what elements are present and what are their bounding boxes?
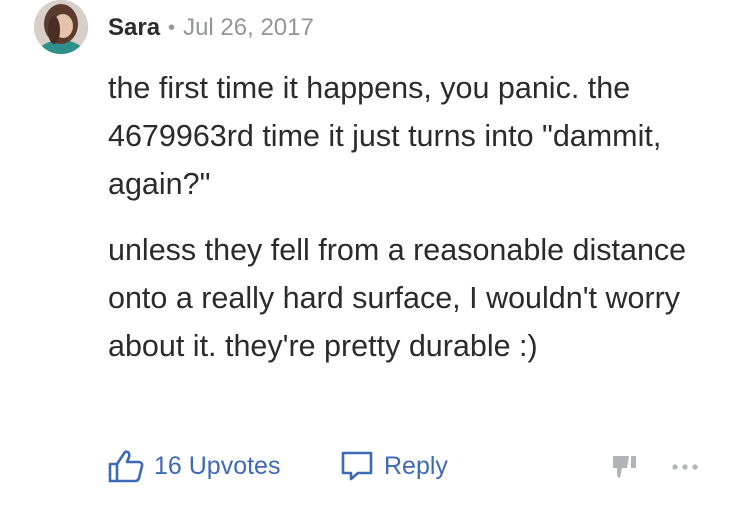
upvote-count-label: 16 Upvotes [154,451,281,480]
reply-label: Reply [384,451,448,480]
avatar-image [34,0,88,54]
comment-actions: 16 Upvotes Reply [108,446,708,486]
author-name[interactable]: Sara [108,14,160,42]
more-options-icon[interactable] [670,454,700,480]
comment-paragraph: unless they fell from a reasonable dista… [108,233,687,363]
reply-button[interactable]: Reply [340,446,448,486]
avatar[interactable] [34,0,88,54]
comment-date[interactable]: Jul 26, 2017 [183,14,314,42]
upvote-button[interactable]: 16 Upvotes [108,446,280,486]
separator-dot: • [168,16,176,39]
comment-paragraph: the first time it happens, you panic. th… [108,71,662,201]
comment-body: the first time it happens, you panic. th… [108,64,728,370]
thumbs-up-icon [108,450,144,483]
speech-bubble-icon [341,451,373,481]
downvote-icon[interactable] [610,454,638,480]
comment-header: Sara • Jul 26, 2017 [108,11,314,45]
